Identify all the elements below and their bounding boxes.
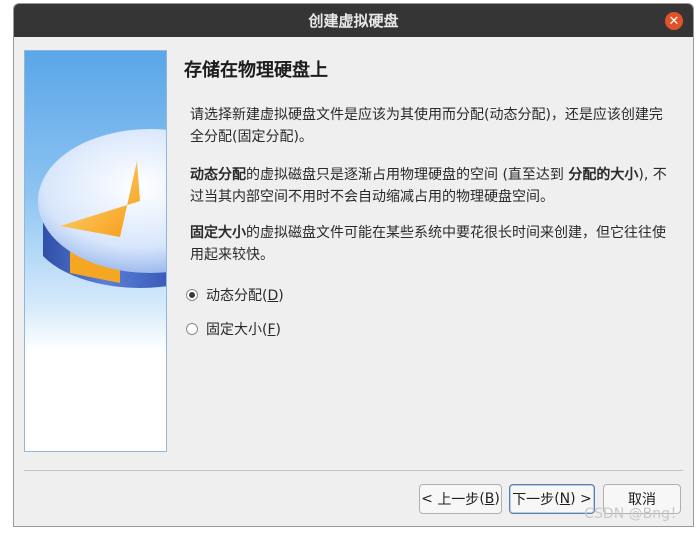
dynamic-text-1: 的虚拟磁盘只是逐渐占用物理硬盘的空间 (直至达到 (246, 167, 569, 183)
window-title: 创建虚拟硬盘 (308, 12, 399, 30)
radio-fixed-label: 固定大小(F) (206, 322, 281, 338)
create-virtual-disk-dialog: 创建虚拟硬盘 ✕ 存储在物理硬盘上 请选择新建虚拟硬盘文件是应该为其使用而分配(… (13, 3, 694, 527)
dynamic-description: 动态分配的虚拟磁盘只是逐渐占用物理硬盘的空间 (直至达到 分配的大小), 不过当… (190, 164, 675, 208)
radio-dynamic-indicator[interactable] (186, 289, 198, 301)
watermark: CSDN @Bng！ (584, 506, 684, 522)
radio-fixed[interactable]: 固定大小(F) (186, 319, 281, 339)
title-bar: 创建虚拟硬盘 ✕ (14, 4, 693, 37)
fixed-text: 的虚拟磁盘文件可能在某些系统中要花很长时间来创建，但它往往使用起来较快。 (190, 225, 666, 263)
radio-dynamic-label: 动态分配(D) (206, 288, 284, 304)
next-button[interactable]: 下一步(N) > (509, 484, 595, 514)
fixed-description: 固定大小的虚拟磁盘文件可能在某些系统中要花很长时间来创建，但它往往使用起来较快。 (190, 222, 675, 266)
allocated-size-term: 分配的大小 (568, 167, 639, 183)
radio-dynamic[interactable]: 动态分配(D) (186, 285, 284, 305)
hard-disk-pie-illustration (38, 129, 166, 288)
page-title: 存储在物理硬盘上 (184, 60, 328, 81)
back-button[interactable]: < 上一步(B) (419, 484, 502, 514)
radio-fixed-indicator[interactable] (186, 323, 198, 335)
fixed-term: 固定大小 (190, 225, 246, 241)
button-separator (24, 470, 683, 471)
close-icon: ✕ (668, 13, 680, 29)
close-button[interactable]: ✕ (665, 12, 683, 30)
dynamic-term: 动态分配 (190, 167, 246, 183)
intro-paragraph: 请选择新建虚拟硬盘文件是应该为其使用而分配(动态分配)，还是应该创建完全分配(固… (190, 107, 663, 145)
wizard-side-illustration (24, 50, 167, 452)
